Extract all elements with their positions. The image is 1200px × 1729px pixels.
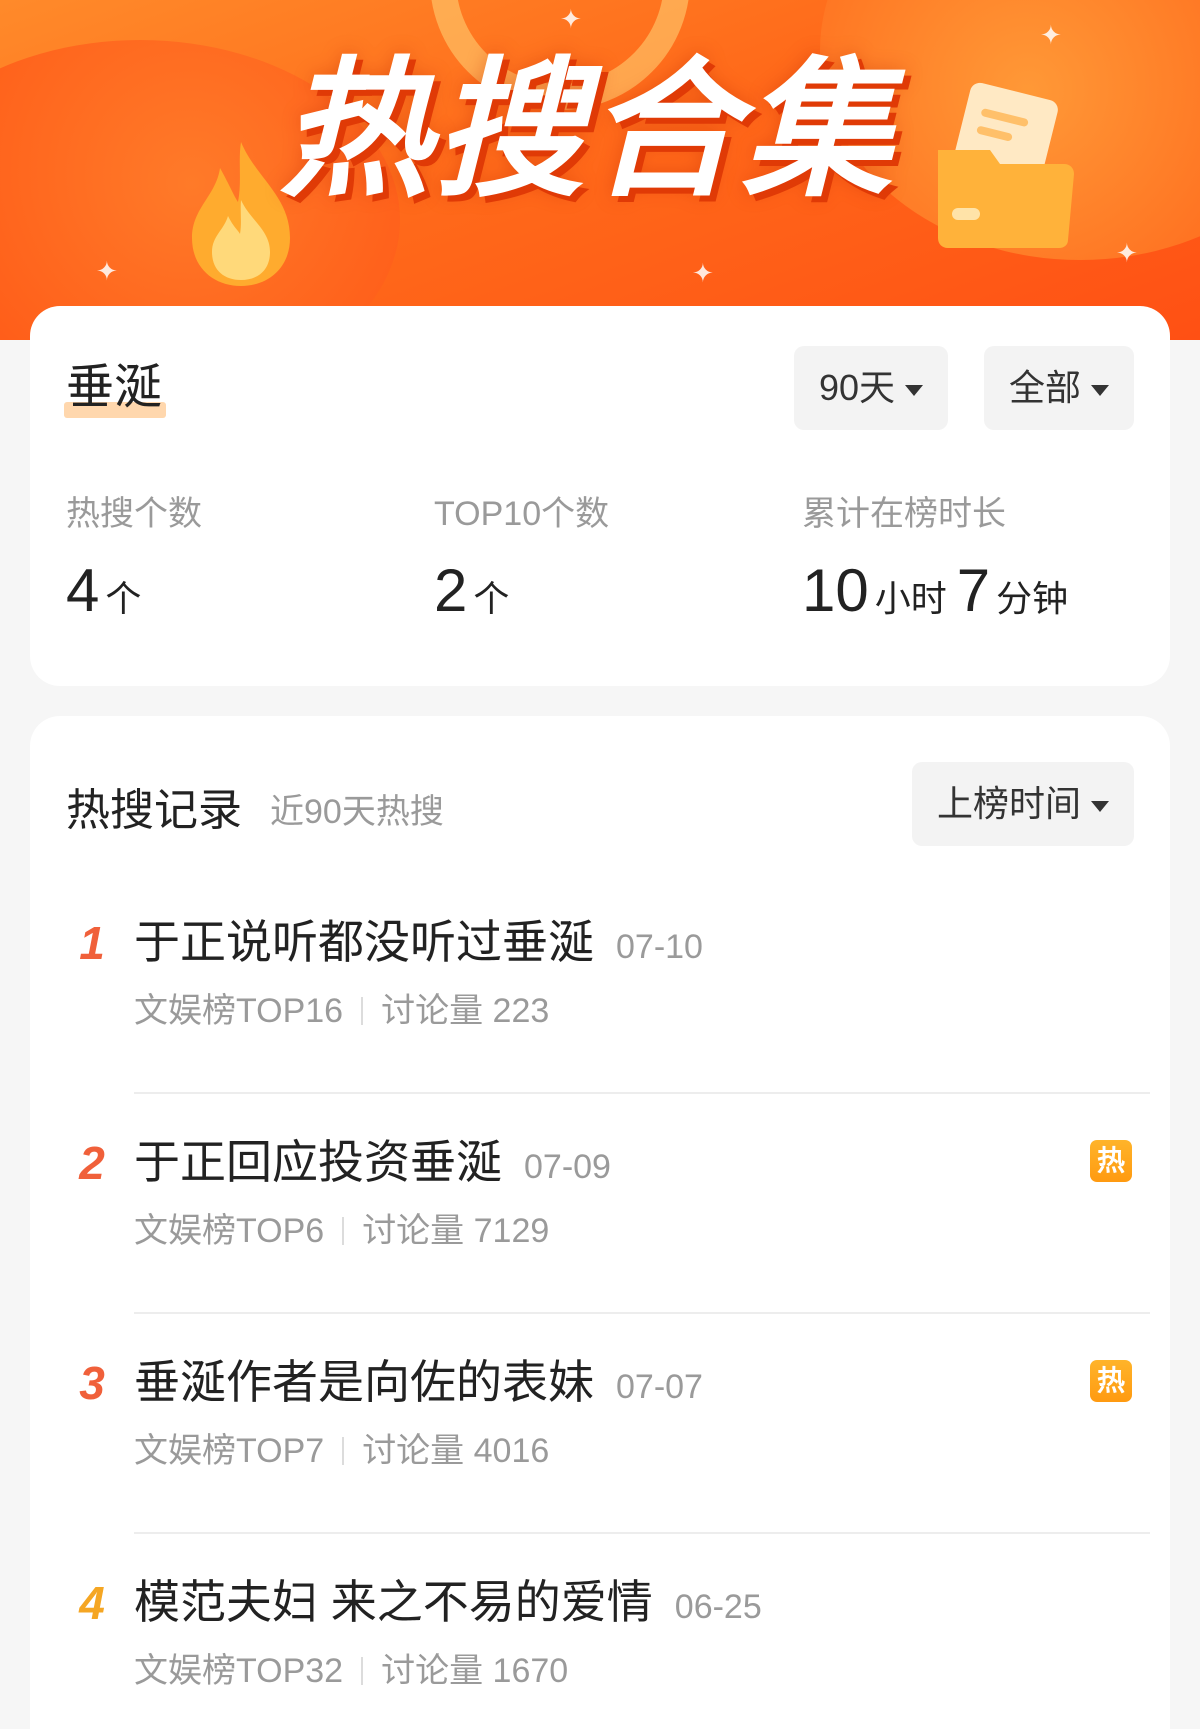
topic-title[interactable]: 于正回应投资垂涎 (134, 1136, 502, 1188)
rank-number: 4 (79, 1577, 105, 1629)
keyword-title: 垂涎 (66, 361, 163, 414)
sparkle-icon: ✦ (96, 256, 118, 286)
meta-separator (342, 1437, 345, 1465)
topic-date: 07-10 (616, 928, 703, 966)
board-rank: 文娱榜TOP32 (134, 1652, 344, 1690)
stat-value: 2个 (434, 556, 609, 634)
stat-top10-count: TOP10个数 2个 (434, 492, 609, 634)
sparkle-icon: ✦ (560, 4, 582, 34)
stat-label: TOP10个数 (434, 495, 610, 533)
board-rank: 文娱榜TOP6 (134, 1212, 325, 1250)
list-item[interactable]: 4 模范夫妇 来之不易的爱情 06-25 文娱榜TOP32 讨论量 1670 (30, 1562, 1170, 1729)
stat-number: 2 (434, 557, 468, 624)
stat-unit: 个 (473, 578, 510, 619)
records-card: 热搜记录 近90天热搜 上榜时间 1 于正说听都没听过垂涎 07-10 文娱榜TO… (30, 716, 1170, 1729)
divider (134, 1312, 1150, 1314)
topic-line: 于正说听都没听过垂涎 07-10 (134, 902, 703, 987)
records-title: 热搜记录 (66, 786, 242, 835)
topic-meta: 文娱榜TOP7 讨论量 4016 (134, 1426, 549, 1476)
topic-line: 于正回应投资垂涎 07-09 (134, 1122, 611, 1207)
board-rank: 文娱榜TOP7 (134, 1432, 325, 1470)
divider (134, 1532, 1150, 1534)
stat-label: 累计在榜时长 (802, 495, 1006, 533)
topic-meta: 文娱榜TOP16 讨论量 223 (134, 986, 549, 1036)
discussion-count: 讨论量 1670 (381, 1652, 569, 1690)
topic-date: 07-09 (524, 1148, 611, 1186)
topic-date: 07-07 (616, 1368, 703, 1406)
discussion-count: 讨论量 4016 (362, 1432, 550, 1470)
list-item[interactable]: 2 于正回应投资垂涎 07-09 文娱榜TOP6 讨论量 7129 热 (30, 1122, 1170, 1342)
topic-line: 垂涎作者是向佐的表妹 07-07 (134, 1342, 703, 1427)
discussion-count: 讨论量 7129 (362, 1212, 550, 1250)
stat-label: 热搜个数 (66, 495, 202, 533)
sort-dropdown[interactable]: 上榜时间 (912, 762, 1134, 846)
stat-hours: 10 (802, 557, 869, 624)
stat-value: 4个 (66, 556, 202, 634)
meta-separator (361, 997, 364, 1025)
list-item[interactable]: 1 于正说听都没听过垂涎 07-10 文娱榜TOP16 讨论量 223 (30, 902, 1170, 1122)
folder-icon (938, 82, 1074, 248)
banner-title: 热搜合集 (280, 44, 897, 218)
topic-title[interactable]: 垂涎作者是向佐的表妹 (134, 1356, 594, 1408)
divider (134, 1092, 1150, 1094)
hot-badge: 热 (1090, 1140, 1132, 1182)
rank-number: 2 (79, 1137, 105, 1189)
sort-label: 上榜时间 (936, 783, 1081, 824)
hot-badge: 热 (1090, 1360, 1132, 1402)
summary-card: 垂涎 90天 全部 热搜个数 4个 TOP10个数 2个 累计在榜时长 10 小时… (30, 306, 1170, 686)
topic-meta: 文娱榜TOP32 讨论量 1670 (134, 1646, 568, 1696)
topic-meta: 文娱榜TOP6 讨论量 7129 (134, 1206, 549, 1256)
banner: ✦ ✦ ✦ ✦ ✦ 热搜合集 (0, 0, 1200, 340)
topic-title[interactable]: 于正说听都没听过垂涎 (134, 916, 594, 968)
topic-line: 模范夫妇 来之不易的爱情 06-25 (134, 1562, 762, 1647)
stat-hours-unit: 小时 (874, 578, 947, 619)
stat-hot-count: 热搜个数 4个 (66, 492, 202, 634)
stat-duration: 累计在榜时长 10 小时 7 分钟 (802, 492, 1078, 634)
scope-filter-label: 全部 (1008, 367, 1081, 408)
topic-title[interactable]: 模范夫妇 来之不易的爱情 (134, 1576, 653, 1628)
scope-filter-dropdown[interactable]: 全部 (984, 346, 1134, 430)
stat-minutes-unit: 分钟 (996, 578, 1069, 619)
list-item[interactable]: 3 垂涎作者是向佐的表妹 07-07 文娱榜TOP7 讨论量 4016 热 (30, 1342, 1170, 1562)
stat-value: 10 小时 7 分钟 (802, 556, 1078, 634)
records-subtitle: 近90天热搜 (270, 793, 444, 831)
discussion-count: 讨论量 223 (381, 992, 550, 1030)
rank-number: 3 (79, 1357, 105, 1409)
caret-down-icon (905, 384, 924, 396)
stat-unit: 个 (105, 578, 142, 619)
sparkle-icon: ✦ (1040, 20, 1062, 50)
stat-number: 4 (66, 557, 100, 624)
board-rank: 文娱榜TOP16 (134, 992, 344, 1030)
sparkle-icon: ✦ (1116, 238, 1138, 268)
topic-date: 06-25 (674, 1588, 762, 1626)
caret-down-icon (1091, 384, 1109, 396)
days-filter-label: 90天 (818, 367, 896, 408)
caret-down-icon (1091, 800, 1109, 812)
days-filter-dropdown[interactable]: 90天 (794, 346, 948, 430)
stat-minutes: 7 (956, 557, 991, 624)
sparkle-icon: ✦ (692, 258, 714, 288)
meta-separator (342, 1217, 345, 1245)
rank-number: 1 (79, 917, 105, 969)
meta-separator (361, 1657, 364, 1685)
